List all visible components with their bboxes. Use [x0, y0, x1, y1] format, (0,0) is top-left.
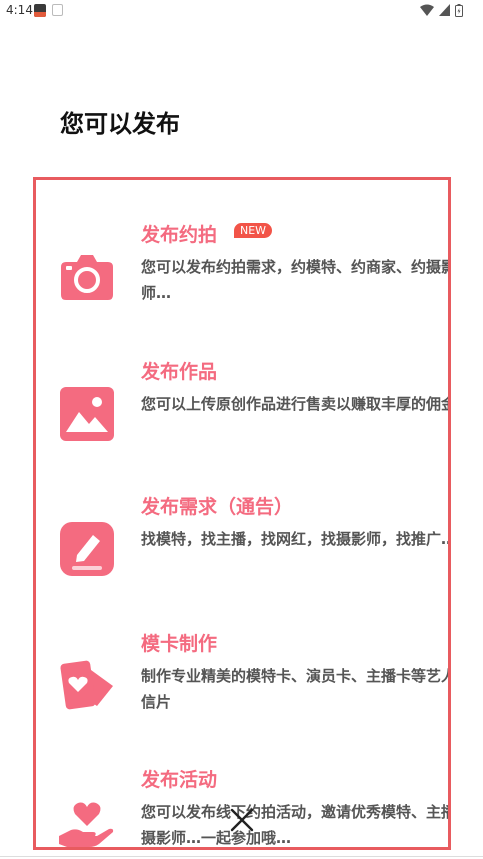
- publish-shoot-option[interactable]: 发布约拍 NEW 您可以发布约拍需求，约模特、约商家、约摄影师…: [36, 220, 451, 332]
- image-icon: [60, 387, 114, 441]
- cards-heart-icon: [60, 660, 113, 710]
- signal-icon: [438, 4, 450, 16]
- status-bar: 4:14: [0, 0, 483, 22]
- publish-works-option[interactable]: 发布作品 您可以上传原创作品进行售卖以赚取丰厚的佣金: [36, 357, 451, 469]
- notification-app-icon: [34, 4, 46, 17]
- publish-demand-option[interactable]: 发布需求（通告） 找模特，找主播，找网红，找摄影师，找推广…: [36, 492, 451, 604]
- camera-icon: [61, 255, 113, 300]
- close-icon[interactable]: [229, 807, 255, 833]
- option-title: 发布作品: [141, 361, 218, 383]
- option-description: 制作专业精美的模特卡、演员卡、主播卡等艺人明信片: [141, 667, 451, 711]
- publish-options-list: 发布约拍 NEW 您可以发布约拍需求，约模特、约商家、约摄影师… 发布作品 您可…: [33, 177, 451, 850]
- page-title: 您可以发布: [60, 110, 180, 138]
- option-description: 您可以发布约拍需求，约模特、约商家、约摄影师…: [141, 258, 451, 302]
- option-description: 您可以发布线下约拍活动，邀请优秀模特、主播、摄影师…一起参加哦…: [141, 803, 451, 847]
- notification-app-icon-2: [52, 4, 63, 16]
- option-title: 发布需求（通告）: [141, 496, 294, 518]
- option-title: 模卡制作: [141, 633, 218, 655]
- hand-heart-icon: [59, 802, 114, 847]
- option-title: 发布活动: [141, 769, 218, 791]
- status-indicators: [419, 4, 463, 18]
- option-title: 发布约拍: [141, 224, 218, 246]
- new-badge: NEW: [234, 223, 273, 238]
- model-card-option[interactable]: 模卡制作 制作专业精美的模特卡、演员卡、主播卡等艺人明信片: [36, 629, 451, 741]
- divider: [0, 856, 483, 857]
- edit-icon: [60, 522, 114, 576]
- option-description: 找模特，找主播，找网红，找摄影师，找推广…: [141, 530, 451, 548]
- status-time: 4:14: [6, 3, 33, 17]
- wifi-icon: [419, 4, 434, 16]
- option-description: 您可以上传原创作品进行售卖以赚取丰厚的佣金: [141, 395, 451, 413]
- battery-icon: [455, 4, 463, 17]
